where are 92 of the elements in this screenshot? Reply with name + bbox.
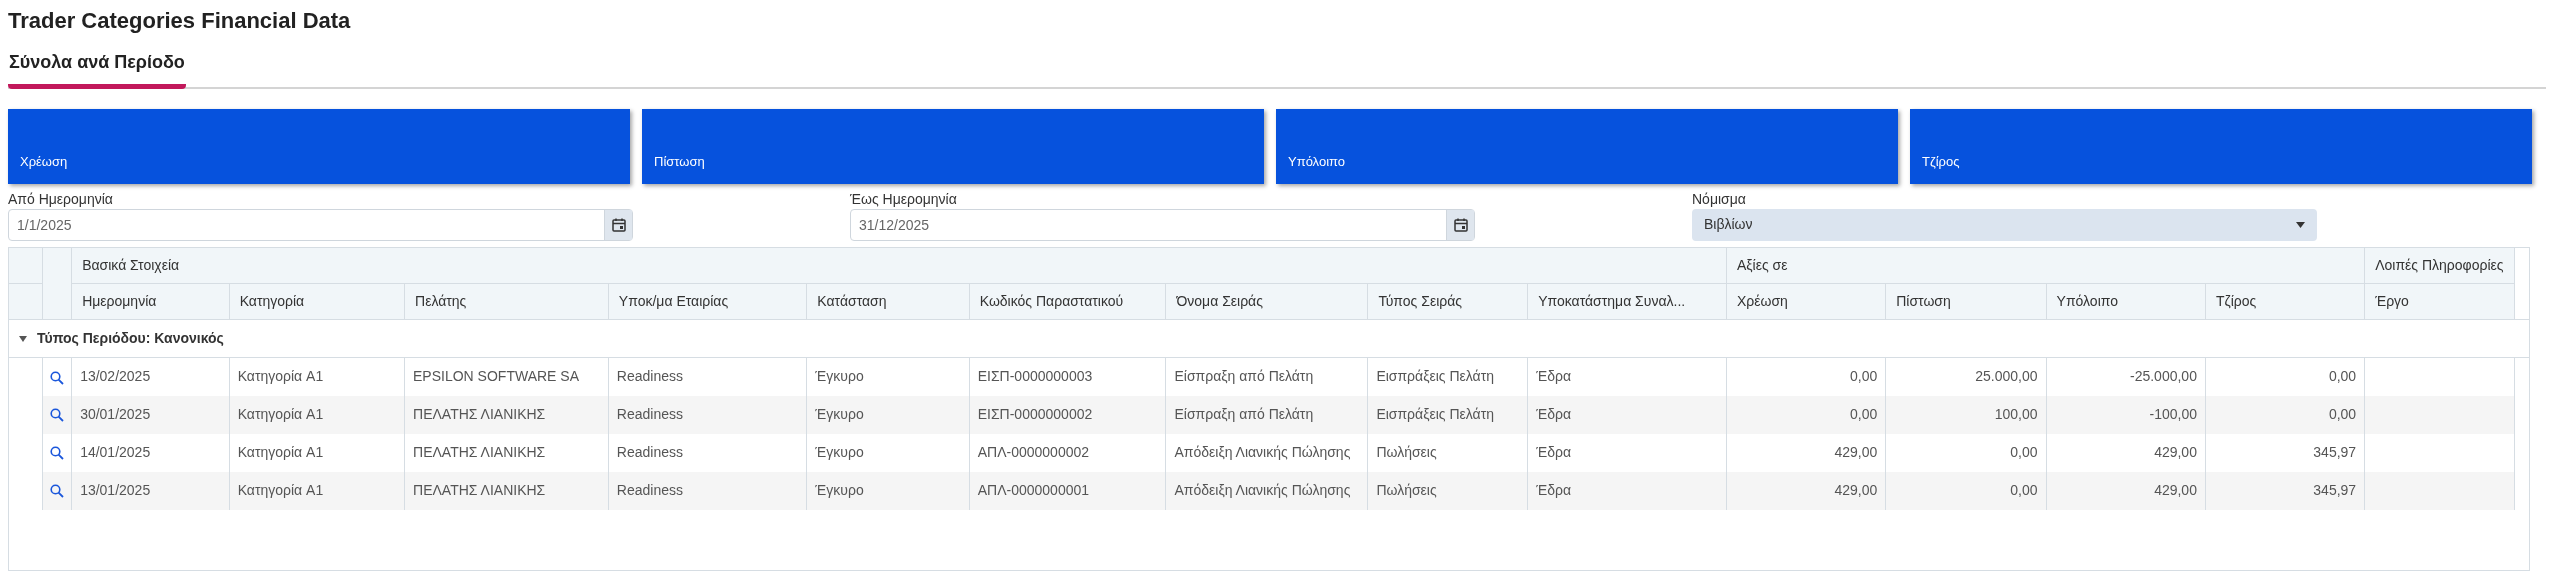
table-cell: Έγκυρο (806, 471, 970, 510)
table-cell: Readiness (608, 395, 807, 434)
column-header[interactable]: Ημερομηνία (71, 283, 230, 320)
tab[interactable]: Σύνολα ανά Περίοδο (8, 48, 186, 89)
column-header[interactable]: Πίστωση (1885, 283, 2047, 320)
table-cell: Readiness (608, 357, 807, 396)
card-label: Χρέωση (20, 153, 68, 172)
table-cell: 14/01/2025 (71, 433, 230, 472)
table-cell: 429,00 (1726, 433, 1886, 472)
caret-icon (2296, 221, 2305, 228)
column-header[interactable]: Όνομα Σειράς (1165, 283, 1368, 320)
table-cell: 345,97 (2205, 433, 2365, 472)
table-cell: ΠΕΛΑΤΗΣ ΛΙΑΝΙΚΗΣ (404, 395, 609, 434)
table-cell: -25.000,00 (2046, 357, 2206, 396)
table-cell: Έδρα (1527, 433, 1727, 472)
calendar-button[interactable] (604, 209, 632, 240)
column-header[interactable]: Υποκ/μα Εταιρίας (608, 283, 807, 320)
search-icon (50, 484, 65, 499)
card-label: Υπόλοιπο (1288, 153, 1346, 172)
table-cell: Έδρα (1527, 395, 1727, 434)
search-icon (50, 446, 65, 461)
card-label: Πίστωση (654, 153, 705, 172)
table-cell: 100,00 (1885, 395, 2047, 434)
table-cell: 0,00 (2205, 395, 2365, 434)
search-icon (50, 408, 65, 423)
table-cell: 30/01/2025 (71, 395, 230, 434)
column-header[interactable]: Κατηγορία (229, 283, 405, 320)
table-cell: 13/01/2025 (71, 471, 230, 510)
date-field[interactable]: 31/12/2025 (850, 208, 1475, 241)
column-header[interactable]: Τζίρος (2205, 283, 2365, 320)
card-label: Τζίρος (1922, 153, 1960, 172)
page-title: Trader Categories Financial Data (8, 7, 352, 35)
table-cell: Κατηγορία A1 (229, 433, 405, 472)
table-cell: Εισπράξεις Πελάτη (1367, 357, 1528, 396)
field-label: Νόμισμα (1692, 189, 1747, 209)
table-cell: Κατηγορία A1 (229, 471, 405, 510)
calendar-button[interactable] (1446, 209, 1474, 240)
table-cell: ΠΕΛΑΤΗΣ ΛΙΑΝΙΚΗΣ (404, 471, 609, 510)
table-cell: Readiness (608, 471, 807, 510)
column-header[interactable]: Υπόλοιπο (2046, 283, 2206, 320)
table-cell: EPSILON SOFTWARE SA (404, 357, 609, 396)
table-cell: 13/02/2025 (71, 357, 230, 396)
table-cell: 429,00 (2046, 471, 2206, 510)
table-cell: ΑΠΛ-0000000002 (969, 433, 1166, 472)
table-cell: Έγκυρο (806, 433, 970, 472)
column-header[interactable]: Τύπος Σειράς (1367, 283, 1528, 320)
calendar-icon (1452, 216, 1469, 233)
column-group-header: Βασικά Στοιχεία (71, 247, 1727, 284)
column-header[interactable]: Έργο (2364, 283, 2514, 320)
date-field[interactable]: 1/1/2025 (8, 208, 633, 241)
search-icon (50, 370, 65, 385)
currency-dropdown[interactable]: Βιβλίων (1692, 208, 2317, 241)
field-label: Από Ημερομηνία (8, 189, 114, 209)
table-cell: 429,00 (1726, 471, 1886, 510)
table-cell: Readiness (608, 433, 807, 472)
table-cell: Απόδειξη Λιανικής Πώλησης (1165, 471, 1368, 510)
table-cell: Έδρα (1527, 357, 1727, 396)
table-cell: 0,00 (1726, 357, 1886, 396)
table-cell: ΑΠΛ-0000000001 (969, 471, 1166, 510)
table-cell: 345,97 (2205, 471, 2365, 510)
table-cell: 429,00 (2046, 433, 2206, 472)
table-cell: -100,00 (2046, 395, 2206, 434)
table-cell: 0,00 (1885, 433, 2047, 472)
table-cell: 0,00 (2205, 357, 2365, 396)
table-cell: Έδρα (1527, 471, 1727, 510)
table-cell: Εισπράξεις Πελάτη (1367, 395, 1528, 434)
table-cell: ΕΙΣΠ-0000000002 (969, 395, 1166, 434)
table-cell: Πωλήσεις (1367, 433, 1528, 472)
table-cell: Κατηγορία A1 (229, 357, 405, 396)
table-cell: Έγκυρο (806, 395, 970, 434)
table-cell: Έγκυρο (806, 357, 970, 396)
collapse-caret-icon[interactable] (19, 335, 27, 342)
table-cell: Είσπραξη από Πελάτη (1165, 395, 1368, 434)
column-group-header: Λοιπές Πληροφορίες (2364, 247, 2514, 284)
table-cell: Κατηγορία A1 (229, 395, 405, 434)
column-header[interactable]: Χρέωση (1726, 283, 1886, 320)
table-cell: ΠΕΛΑΤΗΣ ΛΙΑΝΙΚΗΣ (404, 433, 609, 472)
column-header[interactable]: Υποκατάστημα Συναλ... (1527, 283, 1727, 320)
field-label: Έως Ημερομηνία (850, 189, 958, 209)
column-header[interactable]: Κωδικός Παραστατικού (969, 283, 1166, 320)
column-header[interactable]: Πελάτης (404, 283, 609, 320)
column-header[interactable]: Κατάσταση (806, 283, 970, 320)
table-cell: 0,00 (1885, 471, 2047, 510)
table-cell: Πωλήσεις (1367, 471, 1528, 510)
calendar-icon (610, 216, 627, 233)
column-group-header: Αξίες σε (1726, 247, 2365, 284)
group-row-label: Τύπος Περιόδου: Κανονικός (37, 329, 224, 349)
table-cell: Απόδειξη Λιανικής Πώλησης (1165, 433, 1368, 472)
table-cell: 0,00 (1726, 395, 1886, 434)
table-cell: 25.000,00 (1885, 357, 2047, 396)
table-cell: ΕΙΣΠ-0000000003 (969, 357, 1166, 396)
table-cell: Είσπραξη από Πελάτη (1165, 357, 1368, 396)
